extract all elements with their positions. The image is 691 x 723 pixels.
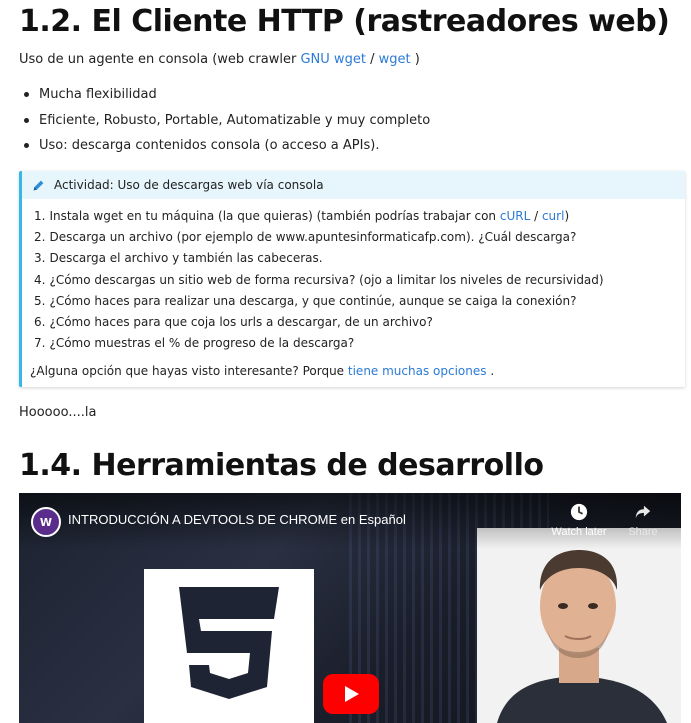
play-button[interactable]: [323, 674, 379, 714]
gnu-wget-link[interactable]: GNU wget: [300, 52, 365, 67]
hooo-text: Hooooo....la: [19, 405, 97, 420]
pencil-icon: [32, 179, 45, 192]
activity-header: Actividad: Uso de descargas web vía cons…: [22, 171, 685, 199]
options-link[interactable]: tiene muchas opciones: [348, 364, 487, 378]
list-item: Eficiente, Robusto, Portable, Automatiza…: [19, 108, 430, 134]
css3-logo-icon: 3: [144, 569, 314, 723]
share-button[interactable]: Share: [621, 503, 665, 538]
list-item: 6. ¿Cómo haces para que coja los urls a d…: [34, 315, 433, 330]
intro-paragraph: Uso de un agente en consola (web crawler…: [19, 52, 420, 67]
activity-title: Actividad: Uso de descargas web vía cons…: [54, 178, 324, 192]
list-item: 4. ¿Cómo descargas un sitio web de forma …: [34, 272, 604, 287]
section-title-tools: 1.4. Herramientas de desarrollo: [19, 448, 544, 483]
list-item: 2. Descarga un archivo (por ejemplo de ww…: [34, 229, 577, 244]
activity-note: ¿Alguna opción que hayas visto interesan…: [30, 364, 495, 379]
list-item: 7. ¿Cómo muestras el % de progreso de la …: [34, 336, 355, 351]
intro-text: Uso de un agente en consola (web crawler: [19, 52, 297, 67]
video-title[interactable]: INTRODUCCIÓN A DEVTOOLS DE CHROME en Esp…: [68, 512, 406, 527]
activity-list: 1. Instala wget en tu máquina (la que qu…: [22, 205, 685, 354]
bullet-icon: [24, 92, 29, 98]
channel-avatar[interactable]: W: [31, 507, 61, 537]
list-item: 5. ¿Cómo haces para realizar una descarga…: [34, 293, 577, 308]
share-icon: [635, 505, 651, 519]
wget-link[interactable]: wget: [379, 52, 411, 67]
curl-lower-link[interactable]: curl: [542, 209, 564, 223]
watch-later-button[interactable]: Watch later: [549, 503, 609, 538]
intro-end: ): [414, 52, 420, 67]
video-embed[interactable]: 3 W INTRODUCCIÓN A DEVTOOLS DE CHROME en…: [19, 493, 681, 723]
list-item: 3. Descarga el archivo y también las cabe…: [34, 251, 323, 266]
presenter-image: [477, 528, 681, 723]
list-item: 1. Instala wget en tu máquina (la que qu…: [34, 208, 570, 223]
section-title-http: 1.2. El Cliente HTTP (rastreadores web): [19, 4, 670, 39]
bullet-icon: [24, 143, 29, 149]
bullet-icon: [24, 117, 29, 123]
curl-link[interactable]: cURL: [500, 209, 530, 223]
link-separator: /: [370, 52, 375, 67]
list-item: Uso: descarga contenidos consola (o acce…: [19, 133, 430, 159]
list-item: Mucha flexibilidad: [19, 82, 430, 108]
clock-icon: [570, 503, 588, 521]
activity-admonition: Actividad: Uso de descargas web vía cons…: [19, 171, 685, 387]
feature-list: Mucha flexibilidad Eficiente, Robusto, P…: [19, 82, 430, 159]
